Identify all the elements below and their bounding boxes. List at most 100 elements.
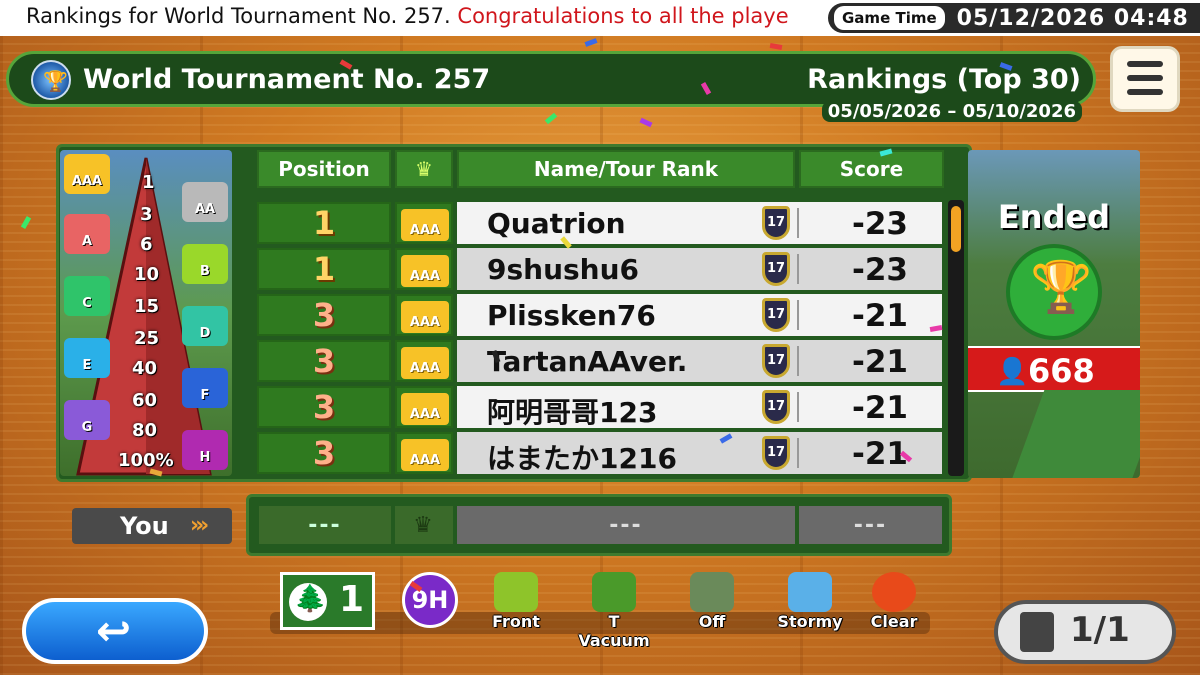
- you-score: ---: [799, 506, 942, 544]
- player-name: TartanAAver.: [487, 345, 688, 378]
- wind-icon: [788, 572, 832, 612]
- back-arrow-icon: ↩: [96, 606, 132, 655]
- row-position: 1: [257, 202, 391, 244]
- tour-rank-shield-icon: 17: [762, 252, 790, 286]
- crown-aaa-icon: AAA: [401, 439, 449, 471]
- starting-hole-box: 🌲 1: [280, 572, 375, 630]
- row-crown-cell: AAA: [395, 202, 453, 244]
- sun-icon: [872, 572, 916, 612]
- tour-rank-shield-icon: 17: [762, 298, 790, 332]
- player-score: -23: [851, 252, 908, 288]
- person-icon: 👤: [996, 357, 1029, 387]
- crown-b-icon: B: [182, 244, 228, 284]
- world-tournament-icon: 🏆: [31, 60, 71, 100]
- crown-h-icon: H: [182, 430, 228, 470]
- crown-c-icon: C: [64, 276, 110, 316]
- row-name-cell: 阿明哥哥123 17 -21: [457, 386, 942, 429]
- crown-icon: ♛: [415, 157, 433, 181]
- back-button[interactable]: ↩: [22, 598, 208, 664]
- ticker-text: Rankings for World Tournament No. 257. C…: [26, 4, 789, 28]
- rankings-title: Rankings (Top 30): [807, 64, 1081, 95]
- row-crown-cell: AAA: [395, 386, 453, 428]
- threshold-label: 3: [140, 204, 153, 225]
- divider: [797, 438, 799, 468]
- pin-label: Off: [698, 612, 726, 631]
- hole-number: 1: [339, 579, 365, 620]
- chevron-right-icon: ›››: [190, 513, 209, 538]
- wind-condition: Stormy: [768, 572, 852, 634]
- ranking-row[interactable]: 1 AAA Quatrion 17 -23: [257, 202, 942, 244]
- ranking-row[interactable]: 3 AAA はまたか1216 17 -21: [257, 432, 942, 475]
- hamburger-menu-icon: [1127, 61, 1163, 67]
- row-crown-cell: AAA: [395, 294, 453, 336]
- scroll-thumb[interactable]: [951, 206, 961, 252]
- crown-aaa-icon: AAA: [401, 255, 449, 287]
- row-crown-cell: AAA: [395, 432, 453, 474]
- tournament-status-panel: Ended 🏆 👤 668: [968, 150, 1140, 478]
- row-position: 3: [257, 432, 391, 474]
- tee-icon: [494, 572, 538, 612]
- row-name-cell: Plissken76 17 -21: [457, 294, 942, 336]
- tier-pyramid: 1 3 6 10 15 25 40 60 80 100% AAA AA A B …: [60, 150, 232, 476]
- document-icon: [1020, 612, 1054, 652]
- crown-aaa-icon: AAA: [401, 393, 449, 425]
- game-time-display: Game Time 05/12/2026 04:48: [828, 3, 1200, 33]
- game-time-label: Game Time: [834, 6, 945, 30]
- row-position: 3: [257, 340, 391, 382]
- confetti-piece: [584, 38, 598, 47]
- threshold-label: 25: [134, 328, 160, 349]
- ticker-highlight-text: Congratulations to all the playe: [457, 4, 789, 28]
- game-time-value: 05/12/2026 04:48: [956, 5, 1189, 31]
- column-header-position: Position: [257, 150, 391, 188]
- tour-rank-shield-icon: 17: [762, 390, 790, 424]
- threshold-label: 6: [140, 234, 153, 255]
- player-score: -21: [851, 390, 908, 426]
- threshold-label: 10: [134, 264, 160, 285]
- menu-button[interactable]: [1110, 46, 1180, 112]
- divider: [797, 392, 799, 422]
- crown-aaa-icon: AAA: [401, 209, 449, 241]
- participant-count-bar: 👤 668: [968, 346, 1140, 392]
- page-button[interactable]: 1/1: [994, 600, 1176, 664]
- ranking-row[interactable]: 1 AAA 9shushu6 17 -23: [257, 248, 942, 290]
- threshold-label: 60: [132, 390, 158, 411]
- you-tag: You ›››: [72, 508, 232, 544]
- threshold-label: 40: [132, 358, 158, 379]
- you-label: You: [120, 512, 169, 540]
- player-name: 阿明哥哥123: [487, 396, 658, 429]
- you-position: ---: [259, 506, 391, 544]
- ranking-row[interactable]: 3 AAA TartanAAver. 17 -21: [257, 340, 942, 382]
- player-score: -23: [851, 206, 908, 242]
- threshold-label: 80: [132, 420, 158, 441]
- row-crown-cell: AAA: [395, 248, 453, 290]
- row-position: 3: [257, 294, 391, 336]
- ranking-row[interactable]: 3 AAA Plissken76 17 -21: [257, 294, 942, 336]
- you-crown-cell: ♛: [395, 506, 453, 544]
- hamburger-menu-icon: [1127, 75, 1163, 81]
- wind-label: Stormy: [777, 612, 843, 631]
- crown-aaa-icon: AAA: [401, 301, 449, 333]
- row-name-cell: 9shushu6 17 -23: [457, 248, 942, 290]
- player-name: 9shushu6: [487, 253, 640, 286]
- tee-condition: Front: [474, 572, 558, 634]
- row-position: 1: [257, 248, 391, 290]
- rankings-scrollbar[interactable]: [948, 200, 964, 476]
- crown-d-icon: D: [182, 306, 228, 346]
- player-name: Plissken76: [487, 299, 656, 332]
- crown-aaa-icon: AAA: [64, 154, 110, 194]
- weather-label: Clear: [870, 612, 918, 631]
- player-score: -21: [851, 344, 908, 380]
- player-score: -21: [851, 298, 908, 334]
- ranking-row[interactable]: 3 AAA 阿明哥哥123 17 -21: [257, 386, 942, 429]
- crown-aa-icon: AA: [182, 182, 228, 222]
- hamburger-menu-icon: [1127, 89, 1163, 95]
- crown-icon: ♛: [413, 512, 435, 538]
- divider: [797, 254, 799, 284]
- news-ticker: Rankings for World Tournament No. 257. C…: [0, 0, 1200, 36]
- tour-rank-shield-icon: 17: [762, 436, 790, 470]
- crown-f-icon: F: [182, 368, 228, 408]
- threshold-label: 100%: [118, 450, 174, 471]
- pin-icon: [690, 572, 734, 612]
- row-name-cell: Quatrion 17 -23: [457, 202, 942, 244]
- row-crown-cell: AAA: [395, 340, 453, 382]
